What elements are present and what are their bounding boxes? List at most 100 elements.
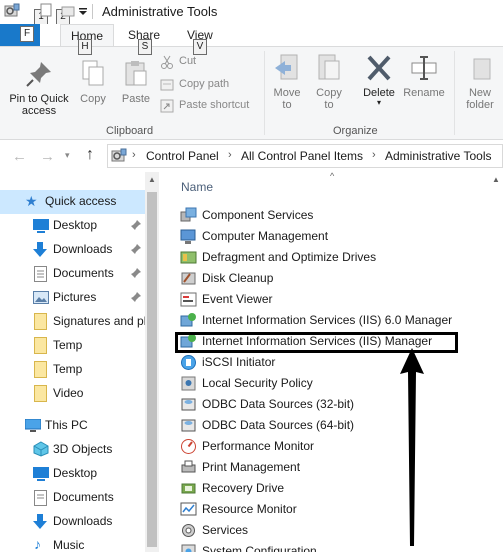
home-key-tip: H bbox=[78, 39, 92, 55]
pin-icon[interactable] bbox=[130, 267, 142, 279]
scroll-up-chevron-icon[interactable]: ▲ bbox=[492, 175, 500, 184]
performance-monitor-icon bbox=[180, 438, 197, 455]
file-key-tip: F bbox=[20, 26, 34, 42]
nav-item-label: Quick access bbox=[45, 194, 117, 208]
pin-icon[interactable] bbox=[130, 291, 142, 303]
nav-scrollbar[interactable]: ▲ bbox=[145, 172, 159, 552]
list-item-label: Services bbox=[202, 523, 249, 537]
clipboard-group-label: Clipboard bbox=[106, 125, 154, 137]
list-item-label: Computer Management bbox=[202, 229, 329, 243]
breadcrumb-chevron-icon[interactable]: › bbox=[132, 149, 136, 161]
list-item-label: Performance Monitor bbox=[202, 439, 315, 453]
paste-shortcut-label: Paste shortcut bbox=[179, 99, 250, 111]
desktop-icon bbox=[33, 467, 49, 484]
list-item-disk-cleanup[interactable]: Disk Cleanup bbox=[176, 268, 476, 289]
pictures-icon bbox=[33, 291, 49, 307]
paste-label: Paste bbox=[121, 93, 151, 105]
nav-item-temp[interactable]: Temp bbox=[0, 358, 145, 382]
disk-cleanup-icon bbox=[180, 270, 197, 287]
title-bar: 1 2 Administrative Tools bbox=[0, 0, 503, 25]
delete-dropdown-chevron-icon[interactable]: ▾ bbox=[358, 99, 400, 107]
download-icon bbox=[33, 514, 47, 533]
tab-file[interactable]: F bbox=[0, 24, 40, 46]
scrollbar-track[interactable]: ▲ bbox=[489, 172, 503, 552]
rename-button[interactable]: Rename bbox=[402, 53, 446, 99]
copy-to-icon bbox=[312, 53, 346, 87]
file-list: ^ Name ▲ Component Services Computer Mana… bbox=[160, 171, 503, 552]
list-item-event-viewer[interactable]: Event Viewer bbox=[176, 289, 476, 310]
folder-icon bbox=[34, 313, 47, 333]
new-folder-label: New folder bbox=[466, 87, 494, 111]
move-to-button[interactable]: Move to bbox=[270, 53, 304, 111]
list-item-label: System Configuration bbox=[202, 544, 317, 552]
pin-icon[interactable] bbox=[130, 219, 142, 231]
move-to-label: Move to bbox=[273, 87, 301, 111]
services-icon bbox=[180, 522, 197, 539]
nav-item-desktop[interactable]: Desktop bbox=[0, 214, 145, 238]
nav-item-documents[interactable]: Documents bbox=[0, 262, 145, 286]
nav-item-documents-pc[interactable]: Documents bbox=[0, 486, 145, 510]
address-bar: ← → ▾ ↑ › Control Panel › All Control Pa… bbox=[0, 140, 503, 172]
nav-item-quick-access[interactable]: ★ Quick access bbox=[0, 190, 145, 214]
forward-arrow-icon[interactable]: → bbox=[40, 148, 55, 165]
nav-item-music[interactable]: ♪ Music bbox=[0, 534, 145, 552]
nav-item-downloads-pc[interactable]: Downloads bbox=[0, 510, 145, 534]
up-arrow-icon[interactable]: ↑ bbox=[86, 146, 94, 164]
nav-item-label: Documents bbox=[53, 490, 114, 504]
nav-item-pictures[interactable]: Pictures bbox=[0, 286, 145, 310]
name-column-header[interactable]: Name bbox=[181, 180, 213, 194]
nav-scrollbar-thumb[interactable] bbox=[147, 192, 157, 547]
breadcrumb-chevron-icon[interactable]: › bbox=[372, 149, 376, 161]
move-to-icon bbox=[270, 53, 304, 87]
folder-icon bbox=[34, 385, 47, 405]
recent-locations-chevron-icon[interactable]: ▾ bbox=[65, 150, 70, 161]
copy-path-icon bbox=[160, 78, 174, 95]
copy-to-button[interactable]: Copy to bbox=[312, 53, 346, 111]
new-folder-icon bbox=[460, 53, 500, 87]
back-arrow-icon[interactable]: ← bbox=[12, 148, 27, 165]
scroll-up-chevron-icon[interactable]: ▲ bbox=[148, 175, 156, 184]
copy-button[interactable]: Copy bbox=[76, 59, 110, 105]
pin-to-quick-access-button[interactable]: Pin to Quick access bbox=[4, 59, 74, 117]
breadcrumb-administrative-tools[interactable]: Administrative Tools bbox=[385, 149, 492, 163]
window-title: Administrative Tools bbox=[102, 4, 218, 19]
pin-icon bbox=[4, 59, 74, 93]
list-item-label: Print Management bbox=[202, 460, 301, 474]
list-item-iis-6-manager[interactable]: Internet Information Services (IIS) 6.0 … bbox=[176, 310, 476, 331]
3d-objects-icon bbox=[33, 441, 49, 460]
music-icon: ♪ bbox=[34, 536, 41, 552]
paste-button[interactable]: Paste bbox=[116, 59, 156, 105]
nav-item-3d-objects[interactable]: 3D Objects bbox=[0, 438, 145, 462]
nav-item-signatures[interactable]: Signatures and pl bbox=[0, 310, 146, 334]
breadcrumb-control-panel[interactable]: Control Panel bbox=[146, 149, 219, 163]
nav-item-this-pc[interactable]: This PC bbox=[0, 414, 145, 438]
customize-qat-chevron-icon[interactable] bbox=[78, 6, 88, 16]
pin-label: Pin to Quick access bbox=[9, 93, 69, 117]
delete-button[interactable]: Delete ▾ bbox=[358, 53, 400, 107]
ribbon-tabs: F H Home S Share V View bbox=[0, 24, 503, 55]
list-item-label: Recovery Drive bbox=[202, 481, 285, 495]
admin-tools-icon[interactable] bbox=[4, 3, 20, 19]
new-folder-qat-icon[interactable] bbox=[60, 3, 76, 19]
pin-icon[interactable] bbox=[130, 243, 142, 255]
computer-management-icon bbox=[180, 228, 197, 245]
list-item-computer-management[interactable]: Computer Management bbox=[176, 226, 476, 247]
share-key-tip: S bbox=[138, 39, 152, 55]
properties-icon[interactable] bbox=[38, 3, 54, 19]
resource-monitor-icon bbox=[180, 501, 197, 518]
new-folder-button[interactable]: New folder bbox=[460, 53, 500, 111]
system-configuration-icon bbox=[180, 543, 197, 552]
nav-item-video[interactable]: Video bbox=[0, 382, 145, 406]
nav-item-desktop-pc[interactable]: Desktop bbox=[0, 462, 145, 486]
breadcrumb-all-control-panel-items[interactable]: All Control Panel Items bbox=[241, 149, 363, 163]
nav-item-label: Music bbox=[53, 538, 85, 552]
nav-item-downloads[interactable]: Downloads bbox=[0, 238, 145, 262]
breadcrumb-chevron-icon[interactable]: › bbox=[228, 149, 232, 161]
copy-path-label: Copy path bbox=[179, 78, 230, 90]
iis-6-manager-icon bbox=[180, 312, 197, 329]
list-item-component-services[interactable]: Component Services bbox=[176, 205, 476, 226]
list-item-defragment-drives[interactable]: Defragment and Optimize Drives bbox=[176, 247, 476, 268]
breadcrumb: › Control Panel › All Control Panel Item… bbox=[107, 144, 503, 168]
nav-item-temp[interactable]: Temp bbox=[0, 334, 145, 358]
title-separator bbox=[92, 4, 93, 19]
